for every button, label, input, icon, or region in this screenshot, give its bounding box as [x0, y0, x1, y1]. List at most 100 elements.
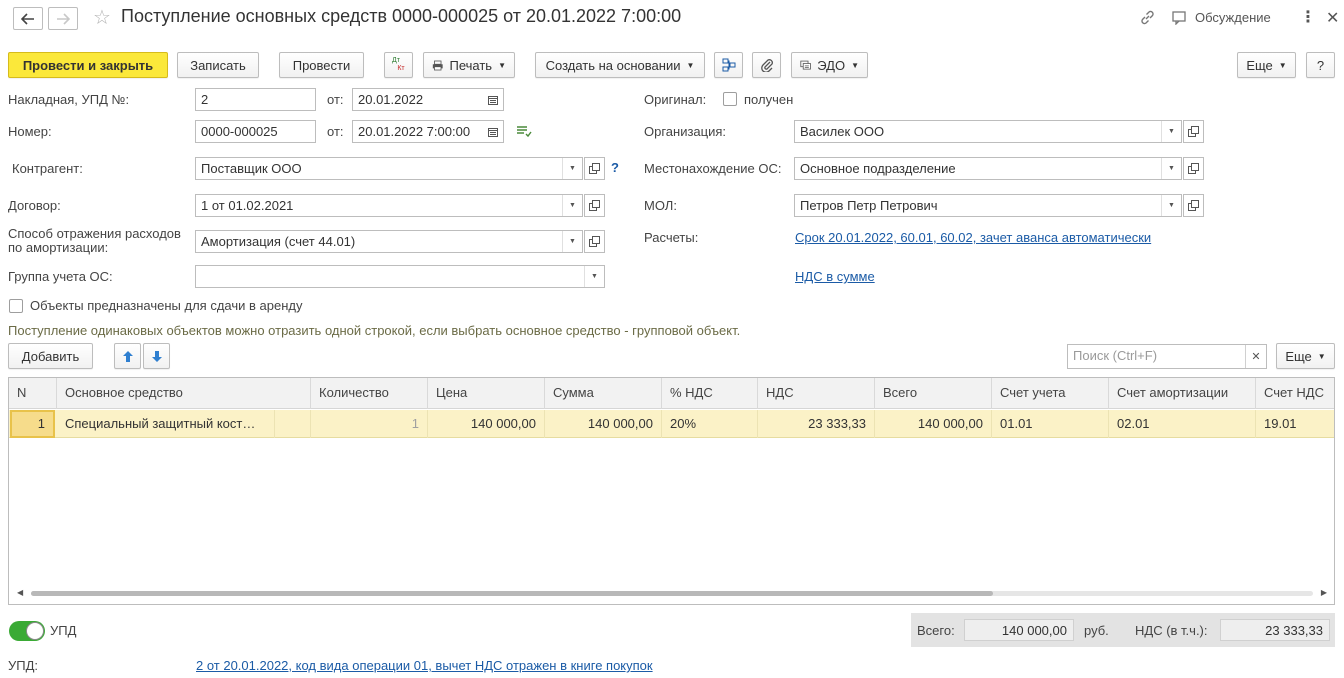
original-received-label: получен — [744, 92, 794, 107]
search-input[interactable]: Поиск (Ctrl+F) ✕ — [1067, 344, 1267, 369]
location-field[interactable]: Основное подразделение ▼ — [794, 157, 1182, 180]
asset-group-label: Группа учета ОС: — [8, 269, 113, 284]
cell-quantity[interactable]: 1 — [311, 410, 428, 438]
move-down-button[interactable] — [143, 343, 170, 369]
edo-button[interactable]: ЭДО ▼ — [791, 52, 868, 78]
column-header-vat-account[interactable]: Счет НДС — [1256, 378, 1334, 409]
horizontal-scrollbar[interactable]: ◀ ▶ — [17, 588, 1327, 598]
chevron-down-icon: ▼ — [1317, 351, 1326, 361]
attach-button[interactable] — [752, 52, 781, 78]
arrow-up-icon — [122, 350, 133, 362]
location-label: Местонахождение ОС: — [644, 161, 782, 176]
location-open-button[interactable] — [1183, 157, 1204, 180]
column-header-vat[interactable]: НДС — [758, 378, 875, 409]
settlements-link[interactable]: Срок 20.01.2022, 60.01, 60.02, зачет ава… — [795, 230, 1151, 245]
chevron-down-icon[interactable]: ▼ — [562, 158, 582, 179]
scroll-thumb[interactable] — [31, 591, 993, 596]
lease-checkbox-label: Объекты предназначены для сдачи в аренду — [30, 298, 303, 313]
upd-link[interactable]: 2 от 20.01.2022, код вида операции 01, в… — [196, 658, 653, 673]
number-date-field[interactable]: 20.01.2022 7:00:00 — [352, 120, 504, 143]
move-up-button[interactable] — [114, 343, 141, 369]
column-header-price[interactable]: Цена — [428, 378, 545, 409]
back-button[interactable] — [13, 7, 43, 30]
cell-vat-rate[interactable]: 20% — [662, 410, 758, 438]
column-header-vat-rate[interactable]: % НДС — [662, 378, 758, 409]
open-form-icon — [589, 200, 600, 211]
lease-checkbox[interactable] — [9, 299, 23, 313]
cell-account[interactable]: 01.01 — [992, 410, 1109, 438]
favorite-star-icon[interactable]: ☆ — [93, 8, 111, 28]
number-field[interactable]: 0000-000025 — [195, 120, 316, 143]
organization-field[interactable]: Василек ООО ▼ — [794, 120, 1182, 143]
chevron-down-icon[interactable]: ▼ — [562, 195, 582, 216]
asset-group-field[interactable]: ▼ — [195, 265, 605, 288]
discussion-button[interactable]: Обсуждение — [1195, 10, 1271, 25]
cell-price[interactable]: 140 000,00 — [428, 410, 545, 438]
cell-vat-account[interactable]: 19.01 — [1256, 410, 1334, 438]
cell-n[interactable]: 1 — [10, 410, 55, 438]
add-row-button[interactable]: Добавить — [8, 343, 93, 369]
organization-label: Организация: — [644, 124, 727, 139]
post-button[interactable]: Провести — [279, 52, 364, 78]
cell-total[interactable]: 140 000,00 — [875, 410, 992, 438]
column-header-asset[interactable]: Основное средство — [57, 378, 311, 409]
print-button[interactable]: Печать ▼ — [423, 52, 515, 78]
contract-field[interactable]: 1 от 01.02.2021 ▼ — [195, 194, 583, 217]
cell-sum[interactable]: 140 000,00 — [545, 410, 662, 438]
chevron-down-icon[interactable]: ▼ — [1161, 121, 1181, 142]
mol-open-button[interactable] — [1183, 194, 1204, 217]
column-header-total[interactable]: Всего — [875, 378, 992, 409]
cell-vat[interactable]: 23 333,33 — [758, 410, 875, 438]
chevron-down-icon[interactable]: ▼ — [562, 231, 582, 252]
calendar-icon[interactable] — [483, 121, 503, 142]
original-received-checkbox[interactable] — [723, 92, 737, 106]
open-form-icon — [589, 163, 600, 174]
contract-open-button[interactable] — [584, 194, 605, 217]
column-header-n[interactable]: N — [9, 378, 57, 409]
create-based-on-button[interactable]: Создать на основании ▼ — [535, 52, 705, 78]
help-button[interactable]: ? — [1306, 52, 1335, 78]
more-menu-icon[interactable]: ⋮ — [1300, 7, 1316, 27]
chevron-down-icon: ▼ — [1278, 60, 1287, 70]
counterparty-field[interactable]: Поставщик ООО ▼ — [195, 157, 583, 180]
post-and-close-button[interactable]: Провести и закрыть — [8, 52, 168, 78]
depreciation-method-field[interactable]: Амортизация (счет 44.01) ▼ — [195, 230, 583, 253]
calendar-icon[interactable] — [483, 89, 503, 110]
column-header-sum[interactable]: Сумма — [545, 378, 662, 409]
upd-toggle[interactable] — [9, 621, 45, 641]
organization-open-button[interactable] — [1183, 120, 1204, 143]
invoice-date-field[interactable]: 20.01.2022 — [352, 88, 504, 111]
cell-asset-extra[interactable] — [275, 410, 311, 438]
chevron-down-icon[interactable]: ▼ — [1161, 195, 1181, 216]
mol-field[interactable]: Петров Петр Петрович ▼ — [794, 194, 1182, 217]
save-button[interactable]: Записать — [177, 52, 259, 78]
cell-asset[interactable]: Специальный защитный кост… — [57, 410, 275, 438]
scroll-right-icon[interactable]: ▶ — [1321, 588, 1327, 597]
structure-button[interactable] — [714, 52, 743, 78]
scroll-left-icon[interactable]: ◀ — [17, 588, 23, 597]
forward-button[interactable] — [48, 7, 78, 30]
invoice-number-field[interactable]: 2 — [195, 88, 316, 111]
column-header-quantity[interactable]: Количество — [311, 378, 428, 409]
clear-search-icon[interactable]: ✕ — [1245, 345, 1266, 368]
table-more-button[interactable]: Еще ▼ — [1276, 343, 1335, 369]
page-title: Поступление основных средств 0000-000025… — [121, 6, 682, 26]
column-header-account[interactable]: Счет учета — [992, 378, 1109, 409]
chevron-down-icon[interactable]: ▼ — [1161, 158, 1181, 179]
help-question-icon[interactable]: ? — [611, 160, 619, 175]
depreciation-method-label-line1: Способ отражения расходов — [8, 226, 181, 241]
column-header-depreciation-account[interactable]: Счет амортизации — [1109, 378, 1256, 409]
chevron-down-icon[interactable]: ▼ — [584, 266, 604, 287]
table-row[interactable]: 1 Специальный защитный кост… 1 140 000,0… — [9, 410, 1334, 438]
number-edit-icon[interactable] — [516, 124, 532, 141]
dt-kt-button[interactable]: Дт Кт — [384, 52, 413, 78]
dt-label: Дт — [392, 57, 400, 64]
depreciation-method-open-button[interactable] — [584, 230, 605, 253]
depreciation-method-label-line2: по амортизации: — [8, 240, 109, 255]
link-icon[interactable] — [1139, 9, 1156, 29]
more-button[interactable]: Еще ▼ — [1237, 52, 1296, 78]
counterparty-open-button[interactable] — [584, 157, 605, 180]
vat-in-amount-link[interactable]: НДС в сумме — [795, 269, 875, 284]
close-icon[interactable]: ✕ — [1326, 8, 1339, 28]
cell-depreciation-account[interactable]: 02.01 — [1109, 410, 1256, 438]
